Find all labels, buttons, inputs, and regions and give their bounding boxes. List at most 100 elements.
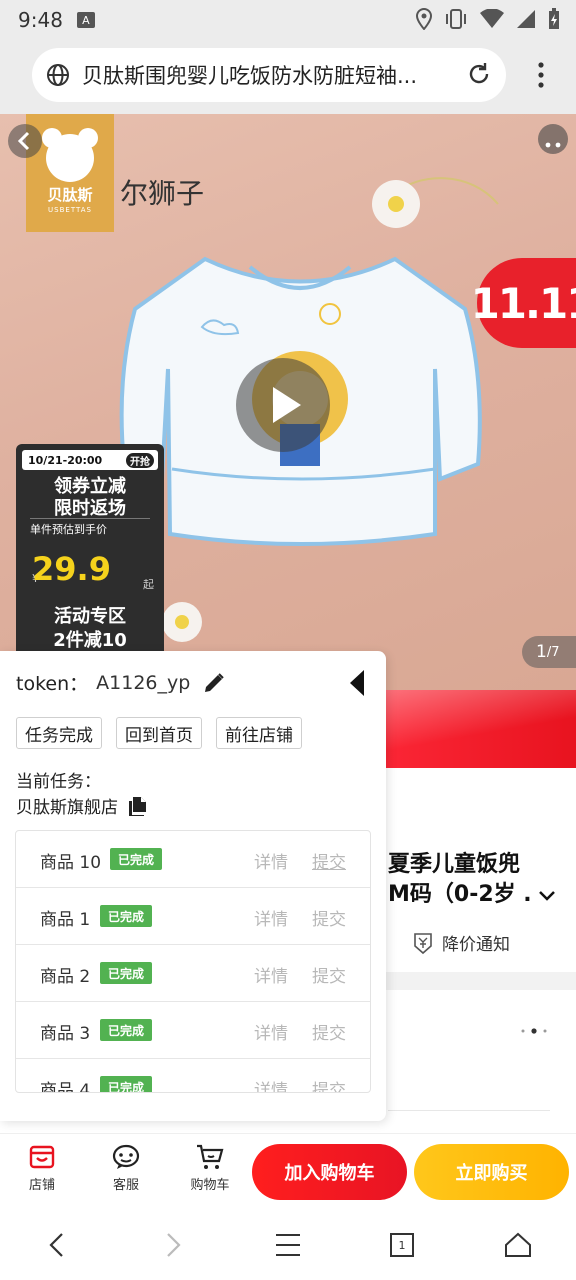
item-submit-link[interactable]: 提交 bbox=[312, 848, 346, 873]
item-detail-link[interactable]: 详情 bbox=[254, 905, 288, 930]
token-value: A1126_yp bbox=[96, 671, 191, 694]
nav-home-button[interactable] bbox=[498, 1227, 538, 1263]
customer-service-button[interactable]: 客服 bbox=[96, 1140, 156, 1193]
buy-now-button[interactable]: 立即购买 bbox=[414, 1144, 569, 1200]
copy-icon[interactable] bbox=[128, 796, 148, 816]
promo-date: 10/21-20:00 开抢 bbox=[22, 450, 158, 470]
item-submit-link[interactable]: 提交 bbox=[312, 1076, 346, 1092]
brand-logo-text: 贝肽斯 bbox=[47, 186, 93, 204]
promo-price-suffix: 起 bbox=[143, 578, 154, 591]
nav-back-button[interactable] bbox=[36, 1227, 76, 1263]
brand-logo-subtext: USBETTAS bbox=[48, 206, 92, 214]
banner-sheen bbox=[380, 690, 576, 768]
store-label: 店铺 bbox=[28, 1178, 55, 1193]
item-name: 商品 1 bbox=[40, 910, 91, 930]
current-shop-row: 贝肽斯旗舰店 bbox=[16, 793, 148, 818]
store-button[interactable]: 店铺 bbox=[12, 1140, 72, 1193]
promo-start-tag: 开抢 bbox=[126, 453, 154, 468]
flower-decoration-bottom bbox=[162, 602, 202, 642]
add-to-cart-button[interactable]: 加入购物车 bbox=[252, 1144, 407, 1200]
address-bar[interactable]: 贝肽斯围兜婴儿吃饭防水防脏短袖... bbox=[32, 48, 506, 102]
hamburger-menu-icon bbox=[276, 1234, 300, 1256]
chevron-right-icon bbox=[167, 1233, 181, 1257]
panel-actions: 任务完成 回到首页 前往店铺 bbox=[16, 717, 302, 749]
task-item-list[interactable]: 商品 10 已完成 详情 提交 商品 1 已完成 详情 提交 商品 2 已完成 … bbox=[15, 830, 371, 1093]
list-item: 商品 4 已完成 详情 提交 bbox=[16, 1059, 370, 1092]
nav-menu-button[interactable] bbox=[268, 1227, 308, 1263]
list-item: 商品 3 已完成 详情 提交 bbox=[16, 1002, 370, 1059]
item-submit-link[interactable]: 提交 bbox=[312, 1019, 346, 1044]
video-play-button[interactable] bbox=[236, 358, 330, 452]
vibrate-icon bbox=[446, 9, 466, 29]
status-badge: 已完成 bbox=[110, 848, 163, 870]
collapse-panel-icon[interactable] bbox=[348, 669, 366, 697]
promo-price: 29.9 bbox=[32, 550, 111, 588]
cart-button[interactable]: 购物车 bbox=[180, 1140, 240, 1193]
promo-line-5: 2件减10 bbox=[53, 630, 127, 651]
status-badge: 已完成 bbox=[100, 1076, 153, 1092]
more-dots-icon bbox=[545, 142, 561, 148]
list-item: 商品 10 已完成 详情 提交 bbox=[16, 831, 370, 888]
wifi-icon bbox=[480, 9, 504, 28]
product-title-line-2-text: M码（0-2岁 . bbox=[388, 882, 532, 907]
status-badge: 已完成 bbox=[100, 905, 153, 927]
signal-icon bbox=[517, 10, 535, 28]
chevron-left-icon bbox=[17, 131, 30, 151]
page-current: 1 bbox=[536, 642, 547, 662]
item-detail-link[interactable]: 详情 bbox=[254, 848, 288, 873]
gallery-more-button[interactable] bbox=[538, 124, 568, 154]
item-detail-link[interactable]: 详情 bbox=[254, 962, 288, 987]
nav-tabs-button[interactable]: 1 bbox=[382, 1227, 422, 1263]
item-submit-link[interactable]: 提交 bbox=[312, 962, 346, 987]
nav-forward-button[interactable] bbox=[154, 1227, 194, 1263]
price-drop-notify[interactable]: 降价通知 bbox=[412, 930, 510, 955]
promo-date-text: 10/21-20:00 bbox=[28, 453, 103, 467]
battery-icon bbox=[549, 8, 559, 29]
system-navigation-bar: 1 bbox=[0, 1209, 576, 1280]
page-total: /7 bbox=[546, 644, 560, 660]
promo-line-2: 限时返场 bbox=[54, 498, 126, 519]
promo-line-3: 单件预估到手价 bbox=[30, 518, 150, 537]
list-item: 商品 1 已完成 详情 提交 bbox=[16, 888, 370, 945]
product-gallery[interactable]: 贝肽斯 USBETTAS 尔狮子 11.11 10/21-20:00开抢 领券立… bbox=[0, 114, 576, 690]
price-notify-label: 降价通知 bbox=[442, 935, 510, 955]
edit-pencil-icon[interactable] bbox=[202, 671, 226, 695]
item-name: 商品 2 bbox=[40, 967, 91, 987]
notification-icon: A bbox=[76, 12, 95, 28]
token-label: token： bbox=[16, 673, 89, 695]
gallery-page-indicator: 1/7 bbox=[522, 636, 576, 668]
globe-icon bbox=[47, 64, 69, 86]
item-detail-link[interactable]: 详情 bbox=[254, 1076, 288, 1092]
chevron-down-icon[interactable] bbox=[538, 889, 556, 901]
promo-line-4: 活动专区 bbox=[54, 606, 126, 627]
item-name: 商品 10 bbox=[40, 853, 102, 873]
product-title-line-2[interactable]: M码（0-2岁 . bbox=[388, 876, 556, 908]
cart-label: 购物车 bbox=[190, 1178, 230, 1193]
store-icon bbox=[29, 1145, 55, 1169]
task-complete-button[interactable]: 任务完成 bbox=[16, 717, 102, 749]
url-text[interactable]: 贝肽斯围兜婴儿吃饭防水防脏短袖... bbox=[82, 60, 442, 90]
shop-name: 贝肽斯旗舰店 bbox=[16, 798, 118, 818]
goto-store-button[interactable]: 前往店铺 bbox=[216, 717, 302, 749]
hero-title-fragment: 尔狮子 bbox=[120, 177, 205, 210]
chat-bubble-icon bbox=[112, 1144, 140, 1169]
token-row: token： A1126_yp bbox=[16, 669, 226, 696]
status-badge: 已完成 bbox=[100, 962, 153, 984]
status-time: 9:48 bbox=[18, 8, 63, 32]
sku-divider bbox=[388, 1110, 550, 1111]
bottom-action-bar: 店铺 客服 购物车 加入购物车 立即购买 bbox=[0, 1133, 576, 1209]
item-submit-link[interactable]: 提交 bbox=[312, 905, 346, 930]
item-detail-link[interactable]: 详情 bbox=[254, 1019, 288, 1044]
chevron-left-icon bbox=[49, 1233, 63, 1257]
more-dots-icon[interactable] bbox=[520, 1028, 550, 1034]
price-notify-icon bbox=[414, 932, 432, 954]
status-bar: 9:48 A bbox=[0, 0, 576, 40]
reload-icon[interactable] bbox=[466, 61, 492, 87]
gallery-back-button[interactable] bbox=[8, 124, 42, 158]
list-item: 商品 2 已完成 详情 提交 bbox=[16, 945, 370, 1002]
browser-menu-icon[interactable] bbox=[538, 62, 544, 88]
double-eleven-badge: 11.11 bbox=[471, 258, 576, 348]
bear-logo-icon bbox=[42, 128, 98, 182]
back-home-button[interactable]: 回到首页 bbox=[116, 717, 202, 749]
status-badge: 已完成 bbox=[100, 1019, 153, 1041]
